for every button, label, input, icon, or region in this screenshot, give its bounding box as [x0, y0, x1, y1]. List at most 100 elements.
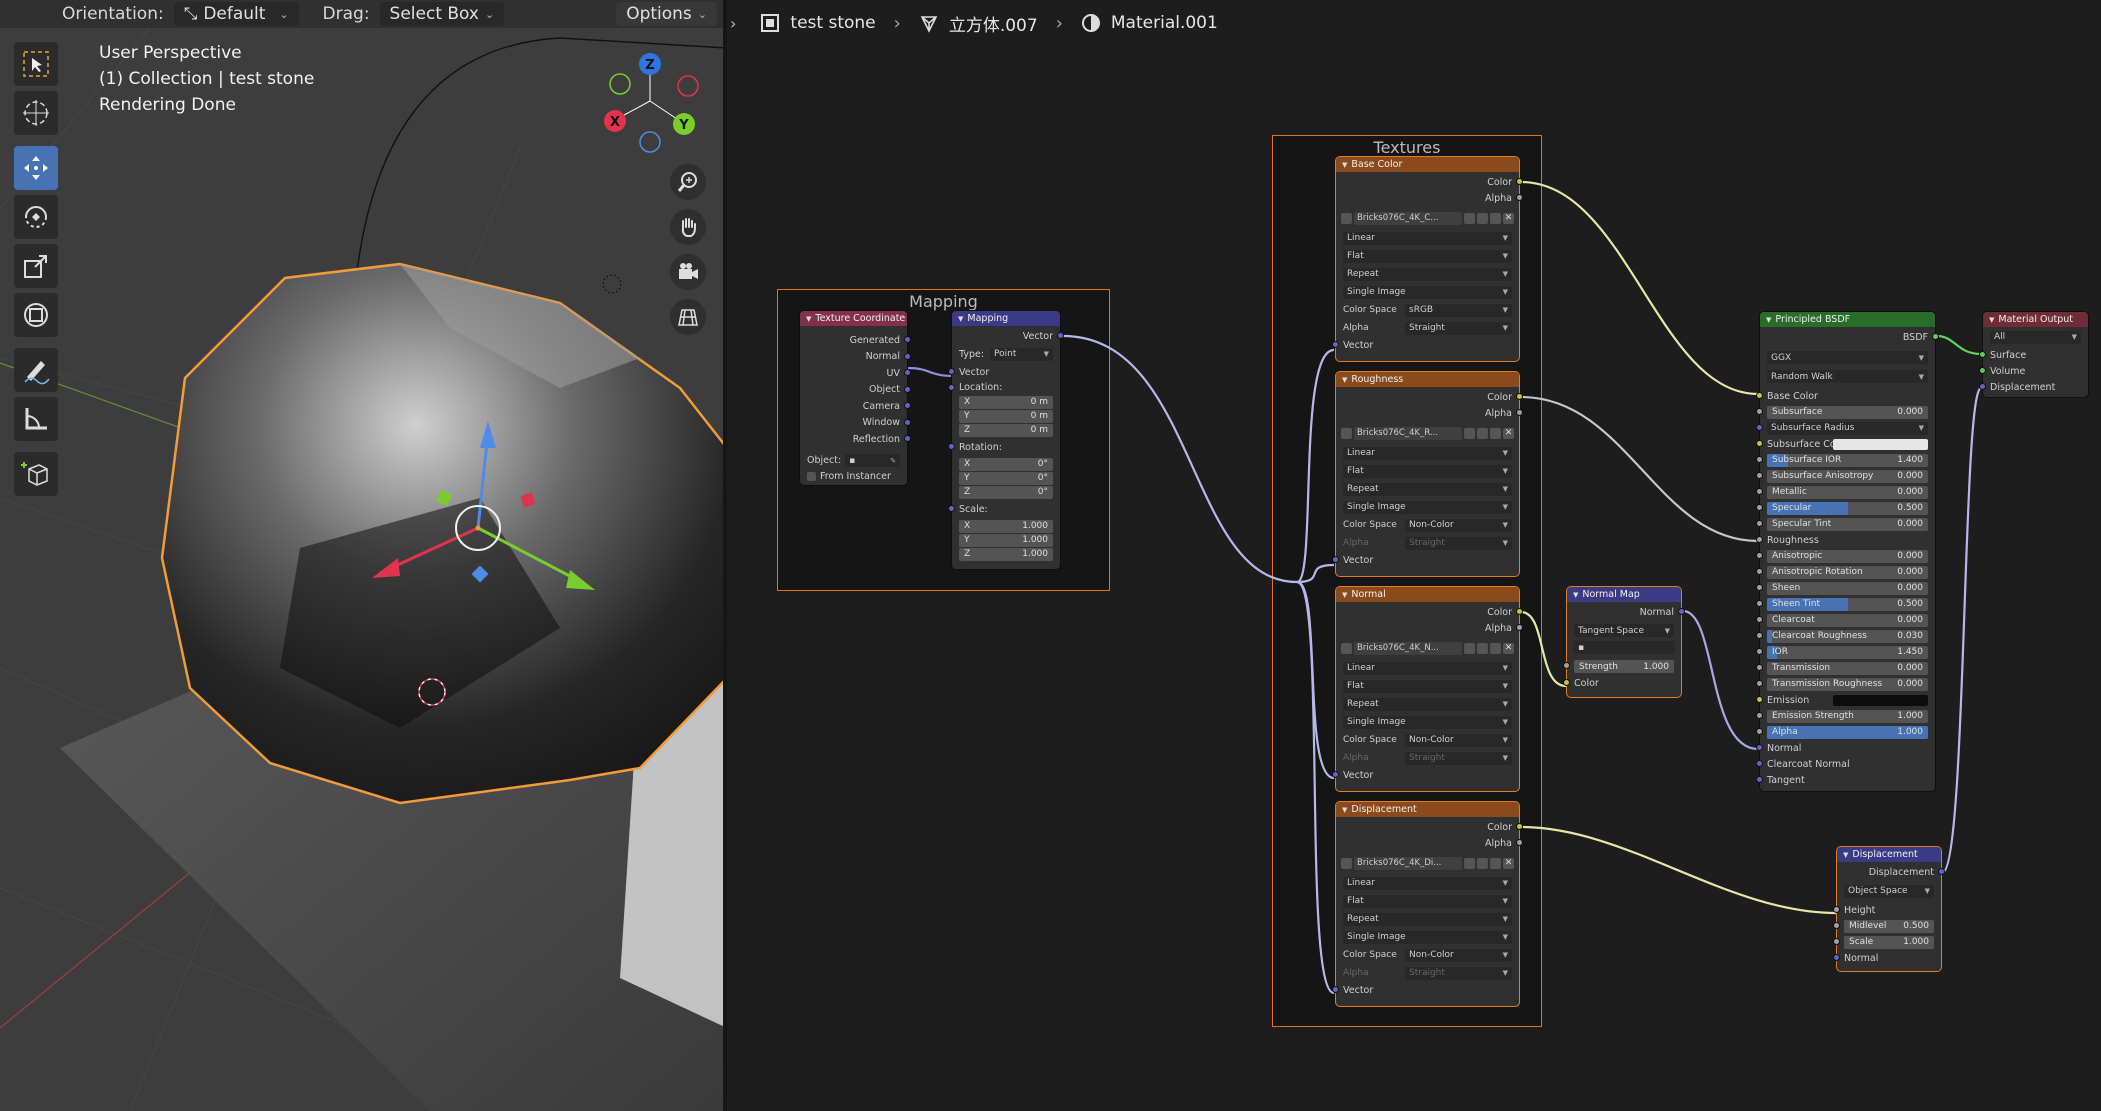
- pan-button[interactable]: [670, 209, 706, 245]
- node-header[interactable]: ▼ Base Color: [1336, 157, 1519, 172]
- duplicate-icon[interactable]: [1477, 857, 1488, 869]
- input-socket[interactable]: [1979, 367, 1986, 374]
- image-name[interactable]: Bricks076C_4K_R...: [1354, 426, 1462, 440]
- collapse-arrow-icon[interactable]: ▼: [806, 315, 811, 323]
- collapse-arrow-icon[interactable]: ▼: [1342, 591, 1347, 599]
- camera-view-button[interactable]: [670, 254, 706, 290]
- fake-user-icon[interactable]: [1464, 857, 1475, 869]
- collapse-arrow-icon[interactable]: ▼: [1342, 376, 1347, 384]
- output-socket[interactable]: [1516, 393, 1523, 400]
- image-icon[interactable]: [1341, 427, 1352, 439]
- node-header[interactable]: ▼ Principled BSDF: [1760, 312, 1935, 327]
- collapse-arrow-icon[interactable]: ▼: [1342, 161, 1347, 169]
- input-socket[interactable]: [948, 443, 955, 450]
- image-icon[interactable]: [1341, 212, 1352, 224]
- collapse-arrow-icon[interactable]: ▼: [958, 315, 963, 323]
- image-name[interactable]: Bricks076C_4K_N...: [1354, 641, 1462, 655]
- uv-map-field[interactable]: ▪: [1574, 641, 1674, 654]
- input-socket[interactable]: [1756, 696, 1763, 703]
- anisotropic-field[interactable]: Anisotropic 0.000: [1767, 549, 1928, 563]
- image-selector[interactable]: Bricks076C_4K_Di... ✕: [1336, 855, 1519, 871]
- source-dropdown[interactable]: Single Image ▼: [1343, 930, 1512, 944]
- image-selector[interactable]: Bricks076C_4K_C... ✕: [1336, 210, 1519, 226]
- input-socket[interactable]: [1756, 472, 1763, 479]
- image-texture-node-normal[interactable]: ▼ Normal Color Alpha Bricks076C_4K_N... ✕ Line…: [1332, 587, 1523, 791]
- duplicate-icon[interactable]: [1477, 427, 1488, 439]
- cursor-tool[interactable]: [14, 91, 58, 135]
- input-socket[interactable]: [1756, 584, 1763, 591]
- input-socket[interactable]: [1756, 456, 1763, 463]
- transform-tool[interactable]: [14, 293, 58, 337]
- open-folder-icon[interactable]: [1490, 427, 1501, 439]
- close-icon[interactable]: ✕: [1503, 642, 1514, 654]
- extension-dropdown[interactable]: Repeat ▼: [1343, 697, 1512, 711]
- location-y-field[interactable]: Y 0 m: [959, 409, 1053, 423]
- sidebar-toggle-icon[interactable]: ›: [730, 14, 736, 33]
- alpha-mode-dropdown[interactable]: Straight ▼: [1405, 321, 1512, 335]
- input-socket[interactable]: [1979, 351, 1986, 358]
- color-space-dropdown[interactable]: Non-Color ▼: [1405, 733, 1512, 747]
- scale-z-field[interactable]: Z 1.000: [959, 547, 1053, 561]
- input-socket[interactable]: [1756, 632, 1763, 639]
- node-header[interactable]: ▼ Roughness: [1336, 372, 1519, 387]
- input-socket[interactable]: [948, 505, 955, 512]
- scale-y-field[interactable]: Y 1.000: [959, 533, 1053, 547]
- input-socket[interactable]: [1756, 504, 1763, 511]
- node-header[interactable]: ▼ Displacement: [1837, 847, 1941, 862]
- input-socket[interactable]: [1756, 392, 1763, 399]
- node-header[interactable]: ▼ Normal Map: [1567, 587, 1681, 602]
- eyedropper-icon[interactable]: ✎: [890, 457, 896, 465]
- input-socket[interactable]: [1756, 744, 1763, 751]
- rotation-z-field[interactable]: Z 0°: [959, 485, 1053, 499]
- output-socket[interactable]: [904, 336, 911, 343]
- emission-strength-field[interactable]: Emission Strength 1.000: [1767, 709, 1928, 723]
- input-socket[interactable]: [1756, 776, 1763, 783]
- perspective-toggle-button[interactable]: [670, 299, 706, 335]
- open-folder-icon[interactable]: [1490, 212, 1501, 224]
- output-socket[interactable]: [1516, 823, 1523, 830]
- output-socket[interactable]: [904, 435, 911, 442]
- input-socket[interactable]: [1833, 938, 1840, 945]
- move-tool[interactable]: [14, 146, 58, 190]
- image-name[interactable]: Bricks076C_4K_C...: [1354, 211, 1462, 225]
- image-texture-node-displacement[interactable]: ▼ Displacement Color Alpha Bricks076C_4K_Di.…: [1332, 802, 1523, 1006]
- source-dropdown[interactable]: Single Image ▼: [1343, 500, 1512, 514]
- annotate-tool[interactable]: [14, 348, 58, 392]
- output-socket[interactable]: [1516, 194, 1523, 201]
- color-space-dropdown[interactable]: sRGB ▼: [1405, 303, 1512, 317]
- source-dropdown[interactable]: Single Image ▼: [1343, 715, 1512, 729]
- projection-dropdown[interactable]: Flat ▼: [1343, 894, 1512, 908]
- type-dropdown[interactable]: Point ▼: [990, 347, 1053, 361]
- subsurface-field[interactable]: Subsurface 0.000: [1767, 405, 1928, 419]
- collapse-arrow-icon[interactable]: ▼: [1843, 851, 1848, 859]
- image-icon[interactable]: [1341, 642, 1352, 654]
- displacement-node[interactable]: ▼ Displacement Displacement Object Space ▼…: [1833, 847, 1945, 971]
- node-header[interactable]: ▼ Mapping: [952, 311, 1060, 326]
- orientation-dropdown[interactable]: ⤡ Default ⌄: [173, 2, 299, 26]
- input-socket[interactable]: [1756, 712, 1763, 719]
- output-socket[interactable]: [904, 402, 911, 409]
- source-dropdown[interactable]: Single Image ▼: [1343, 285, 1512, 299]
- input-socket[interactable]: [1756, 600, 1763, 607]
- anisotropic-rotation-field[interactable]: Anisotropic Rotation 0.000: [1767, 565, 1928, 579]
- image-selector[interactable]: Bricks076C_4K_R... ✕: [1336, 425, 1519, 441]
- fake-user-icon[interactable]: [1464, 427, 1475, 439]
- rotation-x-field[interactable]: X 0°: [959, 457, 1053, 471]
- output-socket[interactable]: [1516, 624, 1523, 631]
- input-socket[interactable]: [1833, 922, 1840, 929]
- close-icon[interactable]: ✕: [1503, 212, 1514, 224]
- transmission-field[interactable]: Transmission 0.000: [1767, 661, 1928, 675]
- image-icon[interactable]: [1341, 857, 1352, 869]
- output-socket[interactable]: [1516, 409, 1523, 416]
- output-socket[interactable]: [1938, 868, 1945, 875]
- metallic-field[interactable]: Metallic 0.000: [1767, 485, 1928, 499]
- image-texture-node-roughness[interactable]: ▼ Roughness Color Alpha Bricks076C_4K_R... ✕ L…: [1332, 372, 1523, 576]
- image-texture-node-base-color[interactable]: ▼ Base Color Color Alpha Bricks076C_4K_C... ✕…: [1332, 157, 1523, 361]
- output-socket[interactable]: [1057, 332, 1064, 339]
- shader-node-editor[interactable]: › test stone › 立方体.007 › Material.001 Ma…: [727, 0, 2101, 1111]
- scale-x-field[interactable]: X 1.000: [959, 519, 1053, 533]
- normal-map-node[interactable]: ▼ Normal Map Normal Tangent Space ▼ ▪ Stre…: [1563, 587, 1685, 697]
- subsurface-anisotropy-field[interactable]: Subsurface Anisotropy 0.000: [1767, 469, 1928, 483]
- subsurface-ior-field[interactable]: Subsurface IOR 1.400: [1767, 453, 1928, 467]
- interpolation-dropdown[interactable]: Linear ▼: [1343, 661, 1512, 675]
